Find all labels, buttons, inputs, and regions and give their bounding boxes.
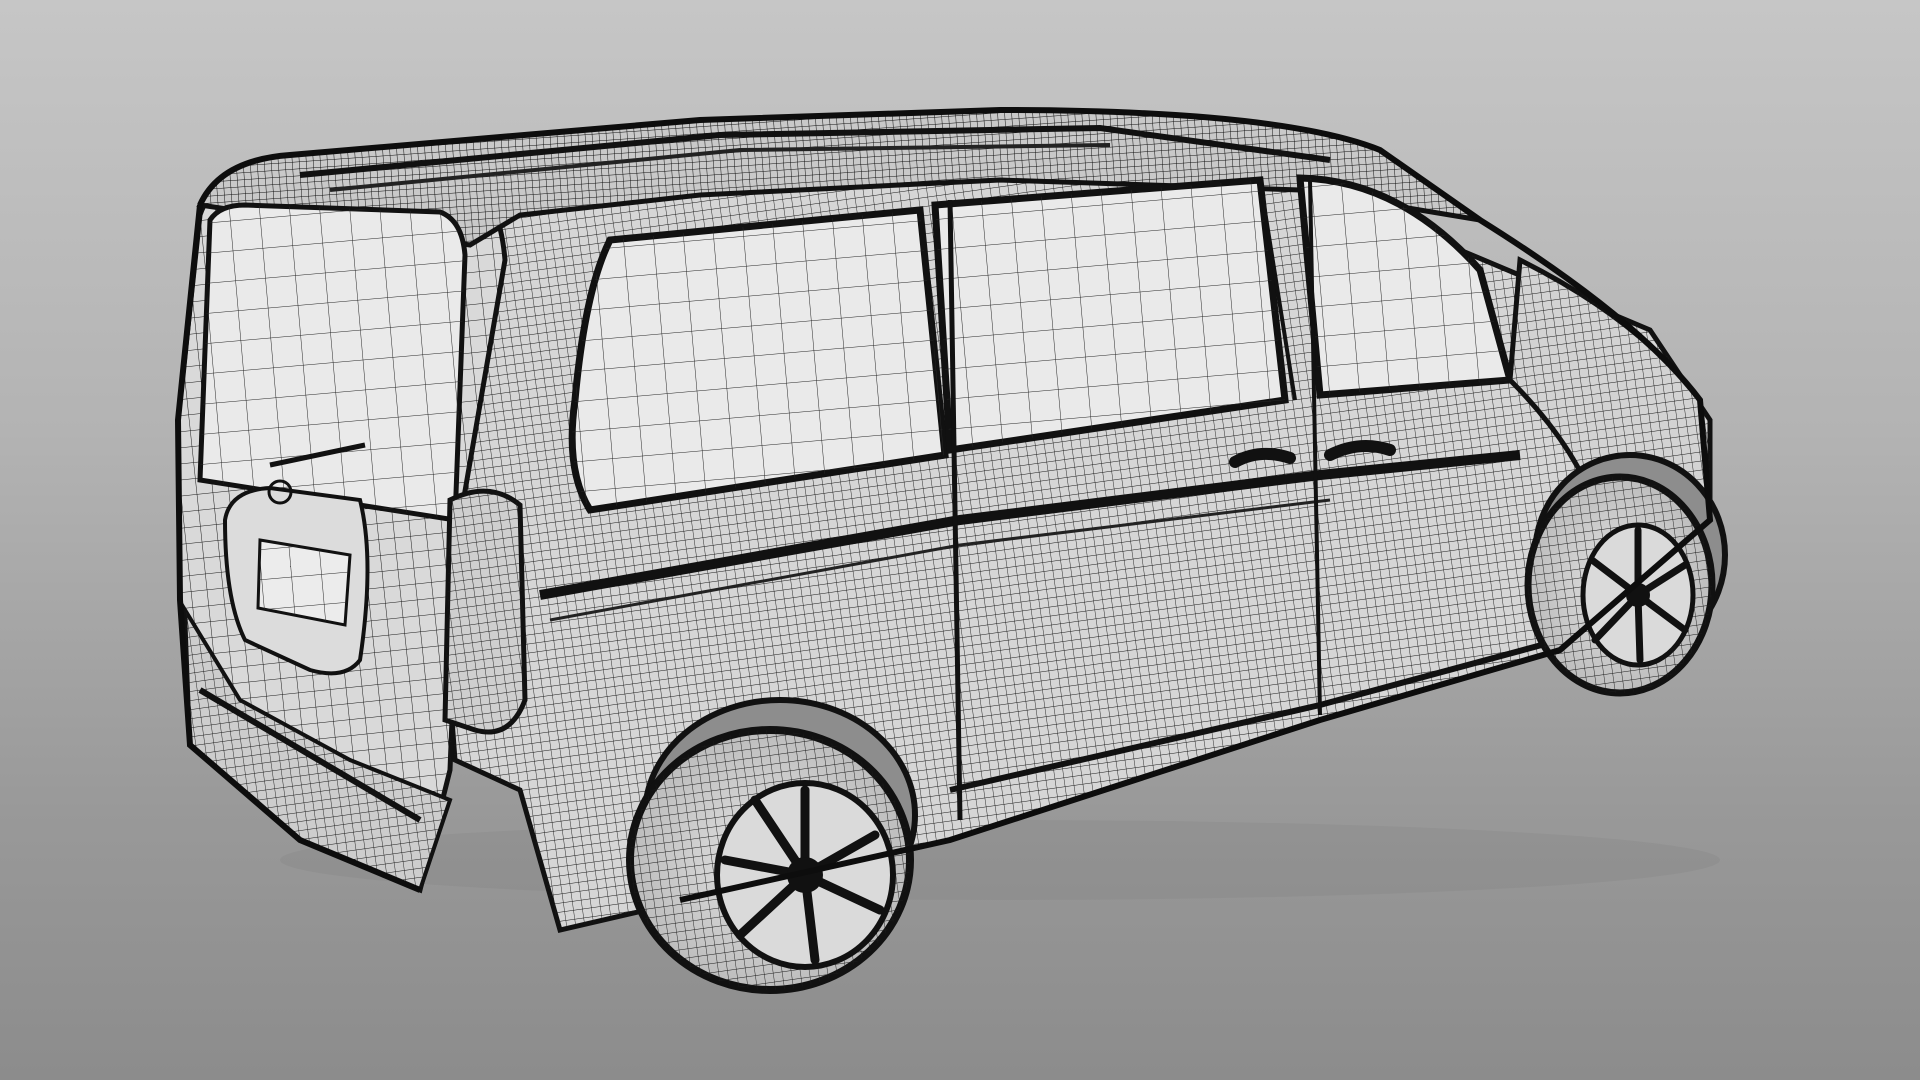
3d-viewport[interactable]: [0, 0, 1920, 1080]
van-wireframe-render: [174, 106, 1728, 994]
ground-shadow: [280, 820, 1720, 900]
front-wheel: [1524, 452, 1728, 697]
rear-wheel: [626, 697, 918, 994]
van-body: [175, 107, 1713, 933]
